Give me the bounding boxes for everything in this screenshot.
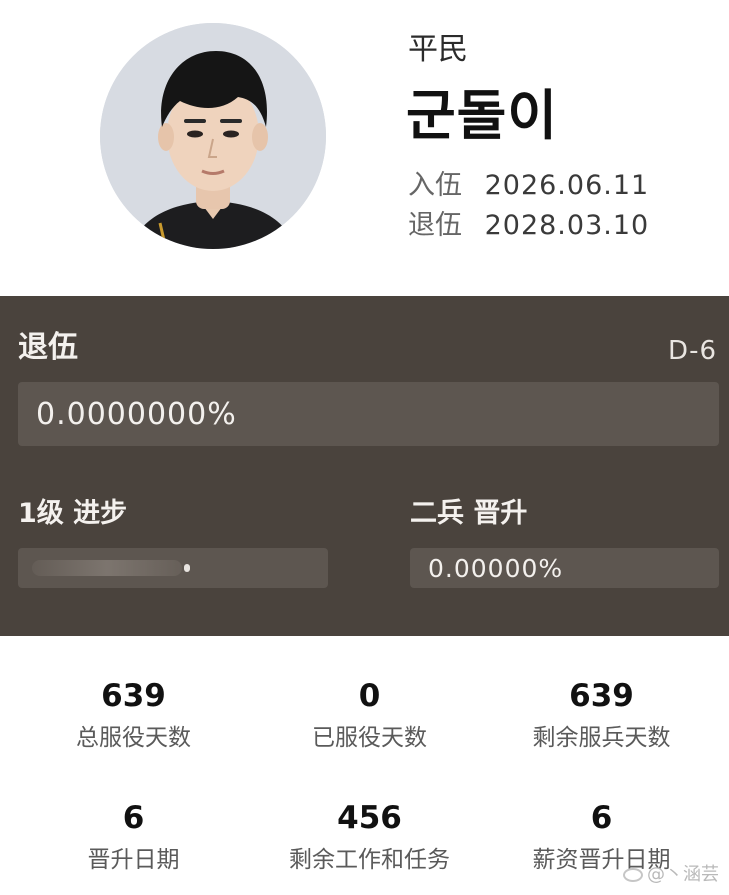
stat-remaining-tasks: 456 剩余工作和任务 [248, 798, 491, 876]
discharge-date-row: 退伍 2028.03.10 [408, 208, 649, 244]
discharge-date: 2028.03.10 [484, 210, 650, 241]
stat-value: 456 [337, 800, 402, 836]
profile-header: 平民 군돌이 入伍 2026.06.11 退伍 2028.03.10 [0, 0, 729, 296]
promotion-progress-bar[interactable]: 0.00000% [410, 548, 719, 588]
promotion-progress-label: 二兵 晋升 [410, 498, 528, 529]
soldier-name: 군돌이 [406, 84, 559, 147]
enlist-label: 入伍 [408, 170, 462, 201]
service-stats: 639 总服役天数 0 已服役天数 639 剩余服兵天数 6 晋升日期 456 … [0, 636, 729, 895]
stat-promotion-date: 6 晋升日期 [12, 798, 255, 876]
stat-value: 6 [122, 800, 145, 836]
weibo-icon [623, 868, 643, 882]
avatar[interactable] [100, 23, 326, 249]
discharge-progress-title: 退伍 [18, 330, 78, 365]
level-progress-bar[interactable] [18, 548, 328, 588]
stat-value: 6 [590, 800, 613, 836]
stat-caption: 已服役天数 [312, 725, 427, 751]
stat-remaining-days: 639 剩余服兵天数 [480, 676, 723, 754]
discharge-progress-bar[interactable]: 0.0000000% [18, 382, 719, 446]
stat-caption: 剩余服兵天数 [532, 725, 671, 751]
rank-label: 平民 [408, 32, 468, 67]
promotion-progress-percent: 0.00000% [428, 553, 564, 583]
stat-total-service-days: 639 总服役天数 [12, 676, 255, 754]
stat-caption: 总服役天数 [76, 725, 191, 751]
enlist-date: 2026.06.11 [484, 170, 650, 201]
enlist-date-row: 入伍 2026.06.11 [408, 168, 649, 204]
discharge-label: 退伍 [408, 210, 462, 241]
level-progress-blurred-value [32, 560, 182, 576]
stat-caption: 剩余工作和任务 [289, 847, 450, 873]
stat-value: 639 [569, 678, 634, 714]
stat-served-days: 0 已服役天数 [248, 676, 491, 754]
stat-value: 0 [358, 678, 381, 714]
watermark: @丶涵芸 [623, 863, 719, 887]
level-progress-dot [184, 564, 190, 572]
discharge-progress-percent: 0.0000000% [36, 396, 237, 432]
watermark-text: @丶涵芸 [647, 864, 719, 885]
stat-value: 639 [101, 678, 166, 714]
stat-caption: 晋升日期 [87, 847, 180, 873]
progress-panel: 退伍 D-6 0.0000000% 1级 进步 二兵 晋升 0.00000% [0, 296, 729, 636]
dday-counter: D-6 [668, 336, 717, 366]
avatar-portrait-image [100, 23, 326, 249]
level-progress-label: 1级 进步 [18, 498, 128, 529]
